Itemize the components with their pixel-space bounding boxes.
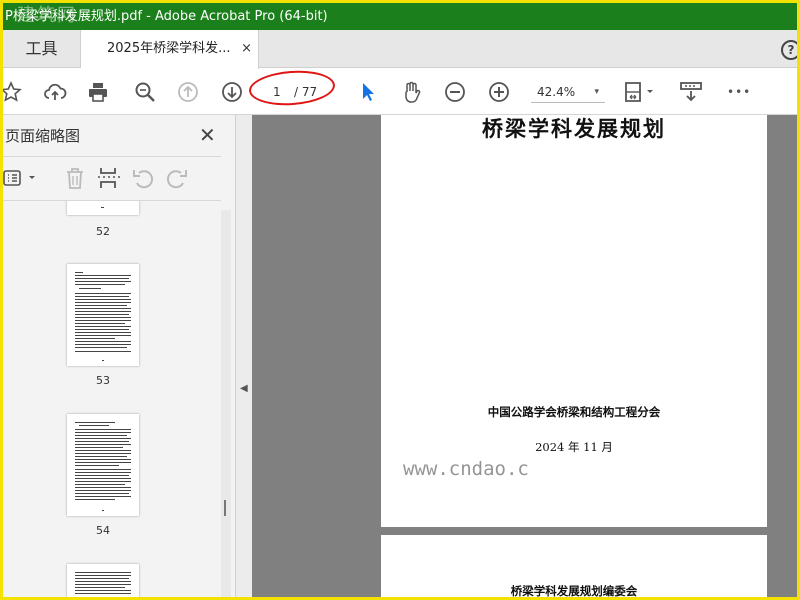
page-thumbnail[interactable] [67,564,139,597]
zoom-out-icon[interactable] [443,80,467,104]
thumbnail-scrollbar[interactable] [221,210,231,597]
more-icon[interactable]: ••• [727,80,757,104]
star-icon[interactable] [3,80,23,104]
tab-bar: 工具 2025年桥梁学科发... × ? [3,30,797,69]
panel-close-icon[interactable]: ✕ [199,123,216,147]
collapse-panel-icon[interactable]: ◀ [240,383,248,394]
main-toolbar: 1 / 77 42.4% ▾ ••• [3,68,797,115]
tab-document-label: 2025年桥梁学科发... [107,41,231,56]
tab-close-icon[interactable]: × [241,30,252,68]
scrollbar-thumb[interactable] [224,500,226,516]
page2-heading: 桥梁学科发展规划编委会 [510,584,638,597]
thumbnail-page-number: 53 [96,374,110,387]
rotate-left-icon[interactable] [131,165,155,191]
document-date: 2024 年 11 月 [535,440,613,454]
thumbnail-page-number: 52 [96,225,110,238]
thumbnail-list: 52 53 54 [3,201,221,597]
panel-splitter[interactable]: ◀ [236,115,252,597]
title-bar: P桥梁学科发展规划.pdf - Adobe Acrobat Pro (64-bi… [3,3,797,30]
hand-icon[interactable] [399,80,423,104]
page-thumbnail[interactable] [67,414,139,516]
thumbnail-options-icon[interactable] [3,165,39,191]
panel-title: 页面缩略图 [5,127,81,145]
pdf-page: 桥梁学科发展规划编委会 [381,535,767,597]
rotate-right-icon[interactable] [165,165,189,191]
help-icon[interactable]: ? [781,40,797,60]
chevron-down-icon: ▾ [594,87,599,97]
insert-page-icon[interactable] [96,165,120,191]
print-icon[interactable] [86,80,110,104]
page-up-icon[interactable] [176,80,200,104]
fit-page-icon[interactable] [623,80,659,104]
watermark-logo: 建筑网 [17,5,77,26]
zoom-level-value: 42.4% [537,85,576,99]
thumbnail-page-number: 54 [96,524,110,537]
zoom-level-select[interactable]: 42.4% ▾ [531,81,605,103]
document-organization: 中国公路学会桥梁和结构工程分会 [487,405,661,419]
zoom-in-icon[interactable] [487,80,511,104]
cloud-upload-icon[interactable] [43,80,67,104]
document-title: 桥梁学科发展规划 [482,116,666,141]
scan-icon[interactable] [679,80,703,104]
page-down-icon[interactable] [220,80,244,104]
page-thumbnail[interactable] [67,264,139,366]
watermark-text: www.cndao.c [403,458,529,480]
tab-tools[interactable]: 工具 [3,30,81,68]
divider [3,156,221,157]
tab-document[interactable]: 2025年桥梁学科发... × [81,30,259,69]
document-view[interactable]: 桥梁学科发展规划 中国公路学会桥梁和结构工程分会 2024 年 11 月 桥梁学… [252,115,797,597]
page-thumbnail[interactable] [67,201,139,215]
app-window: P桥梁学科发展规划.pdf - Adobe Acrobat Pro (64-bi… [3,3,797,597]
zoom-search-icon[interactable] [133,80,157,104]
trash-icon[interactable] [63,165,87,191]
thumbnail-panel: 页面缩略图 ✕ 52 53 54 [3,115,236,597]
select-arrow-icon[interactable] [356,80,380,104]
